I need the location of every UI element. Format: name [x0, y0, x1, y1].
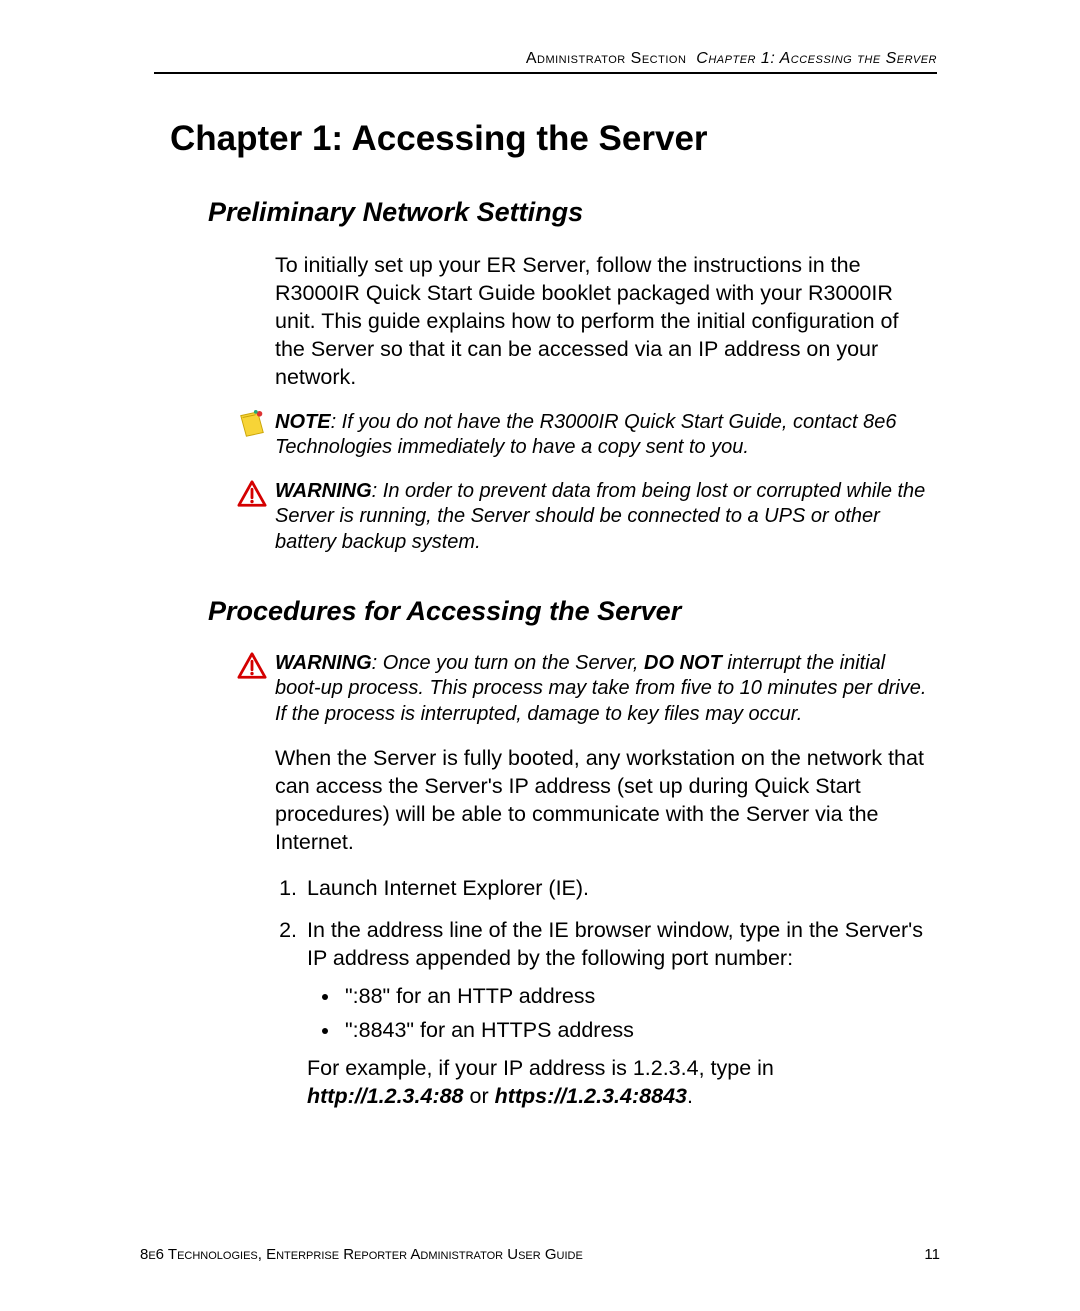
- warning-callout-2: WARNING: Once you turn on the Server, DO…: [275, 651, 930, 728]
- note-icon: [237, 410, 267, 440]
- section-title-preliminary: Preliminary Network Settings: [208, 197, 940, 228]
- warning-label-2: WARNING: [275, 652, 372, 674]
- footer: 8e6 Technologies, Enterprise Reporter Ad…: [140, 1246, 940, 1263]
- bullet-https: ":8843" for an HTTPS address: [341, 1017, 930, 1045]
- header-chapter: Chapter 1: Accessing the Server: [696, 50, 937, 67]
- page: Administrator Section Chapter 1: Accessi…: [0, 0, 1080, 1311]
- warning-pre: : Once you turn on the Server,: [372, 652, 644, 674]
- chapter-title: Chapter 1: Accessing the Server: [170, 119, 940, 159]
- example-url-https: https://1.2.3.4:8843: [495, 1084, 687, 1108]
- bullet-http: ":88" for an HTTP address: [341, 983, 930, 1011]
- header-section: Administrator Section: [526, 50, 687, 67]
- example-url-http: http://1.2.3.4:88: [307, 1084, 464, 1108]
- steps-list: Launch Internet Explorer (IE). In the ad…: [275, 875, 930, 1111]
- step-2-tail-pre: For example, if your IP address is 1.2.3…: [307, 1056, 774, 1080]
- warning-icon: [237, 651, 267, 681]
- port-bullets: ":88" for an HTTP address ":8843" for an…: [321, 983, 930, 1045]
- warning-text-1: : In order to prevent data from being lo…: [275, 480, 925, 553]
- note-label: NOTE: [275, 411, 331, 433]
- footer-left: 8e6 Technologies, Enterprise Reporter Ad…: [140, 1246, 583, 1263]
- intro-paragraph: To initially set up your ER Server, foll…: [275, 252, 930, 392]
- procedures-intro: When the Server is fully booted, any wor…: [275, 745, 930, 857]
- step-2-tail-end: .: [687, 1084, 693, 1108]
- page-number: 11: [924, 1246, 940, 1263]
- step-1: Launch Internet Explorer (IE).: [303, 875, 930, 903]
- note-text: : If you do not have the R3000IR Quick S…: [275, 411, 896, 459]
- warning-icon: [237, 479, 267, 509]
- section-title-procedures: Procedures for Accessing the Server: [208, 596, 940, 627]
- step-2-intro: In the address line of the IE browser wi…: [307, 918, 923, 970]
- warning-label-1: WARNING: [275, 480, 372, 502]
- warning-do-not: DO NOT: [644, 652, 722, 674]
- step-2: In the address line of the IE browser wi…: [303, 917, 930, 1111]
- note-callout: NOTE: If you do not have the R3000IR Qui…: [275, 410, 930, 461]
- step-2-tail-mid: or: [464, 1084, 495, 1108]
- warning-callout-1: WARNING: In order to prevent data from b…: [275, 479, 930, 556]
- running-header: Administrator Section Chapter 1: Accessi…: [154, 50, 937, 74]
